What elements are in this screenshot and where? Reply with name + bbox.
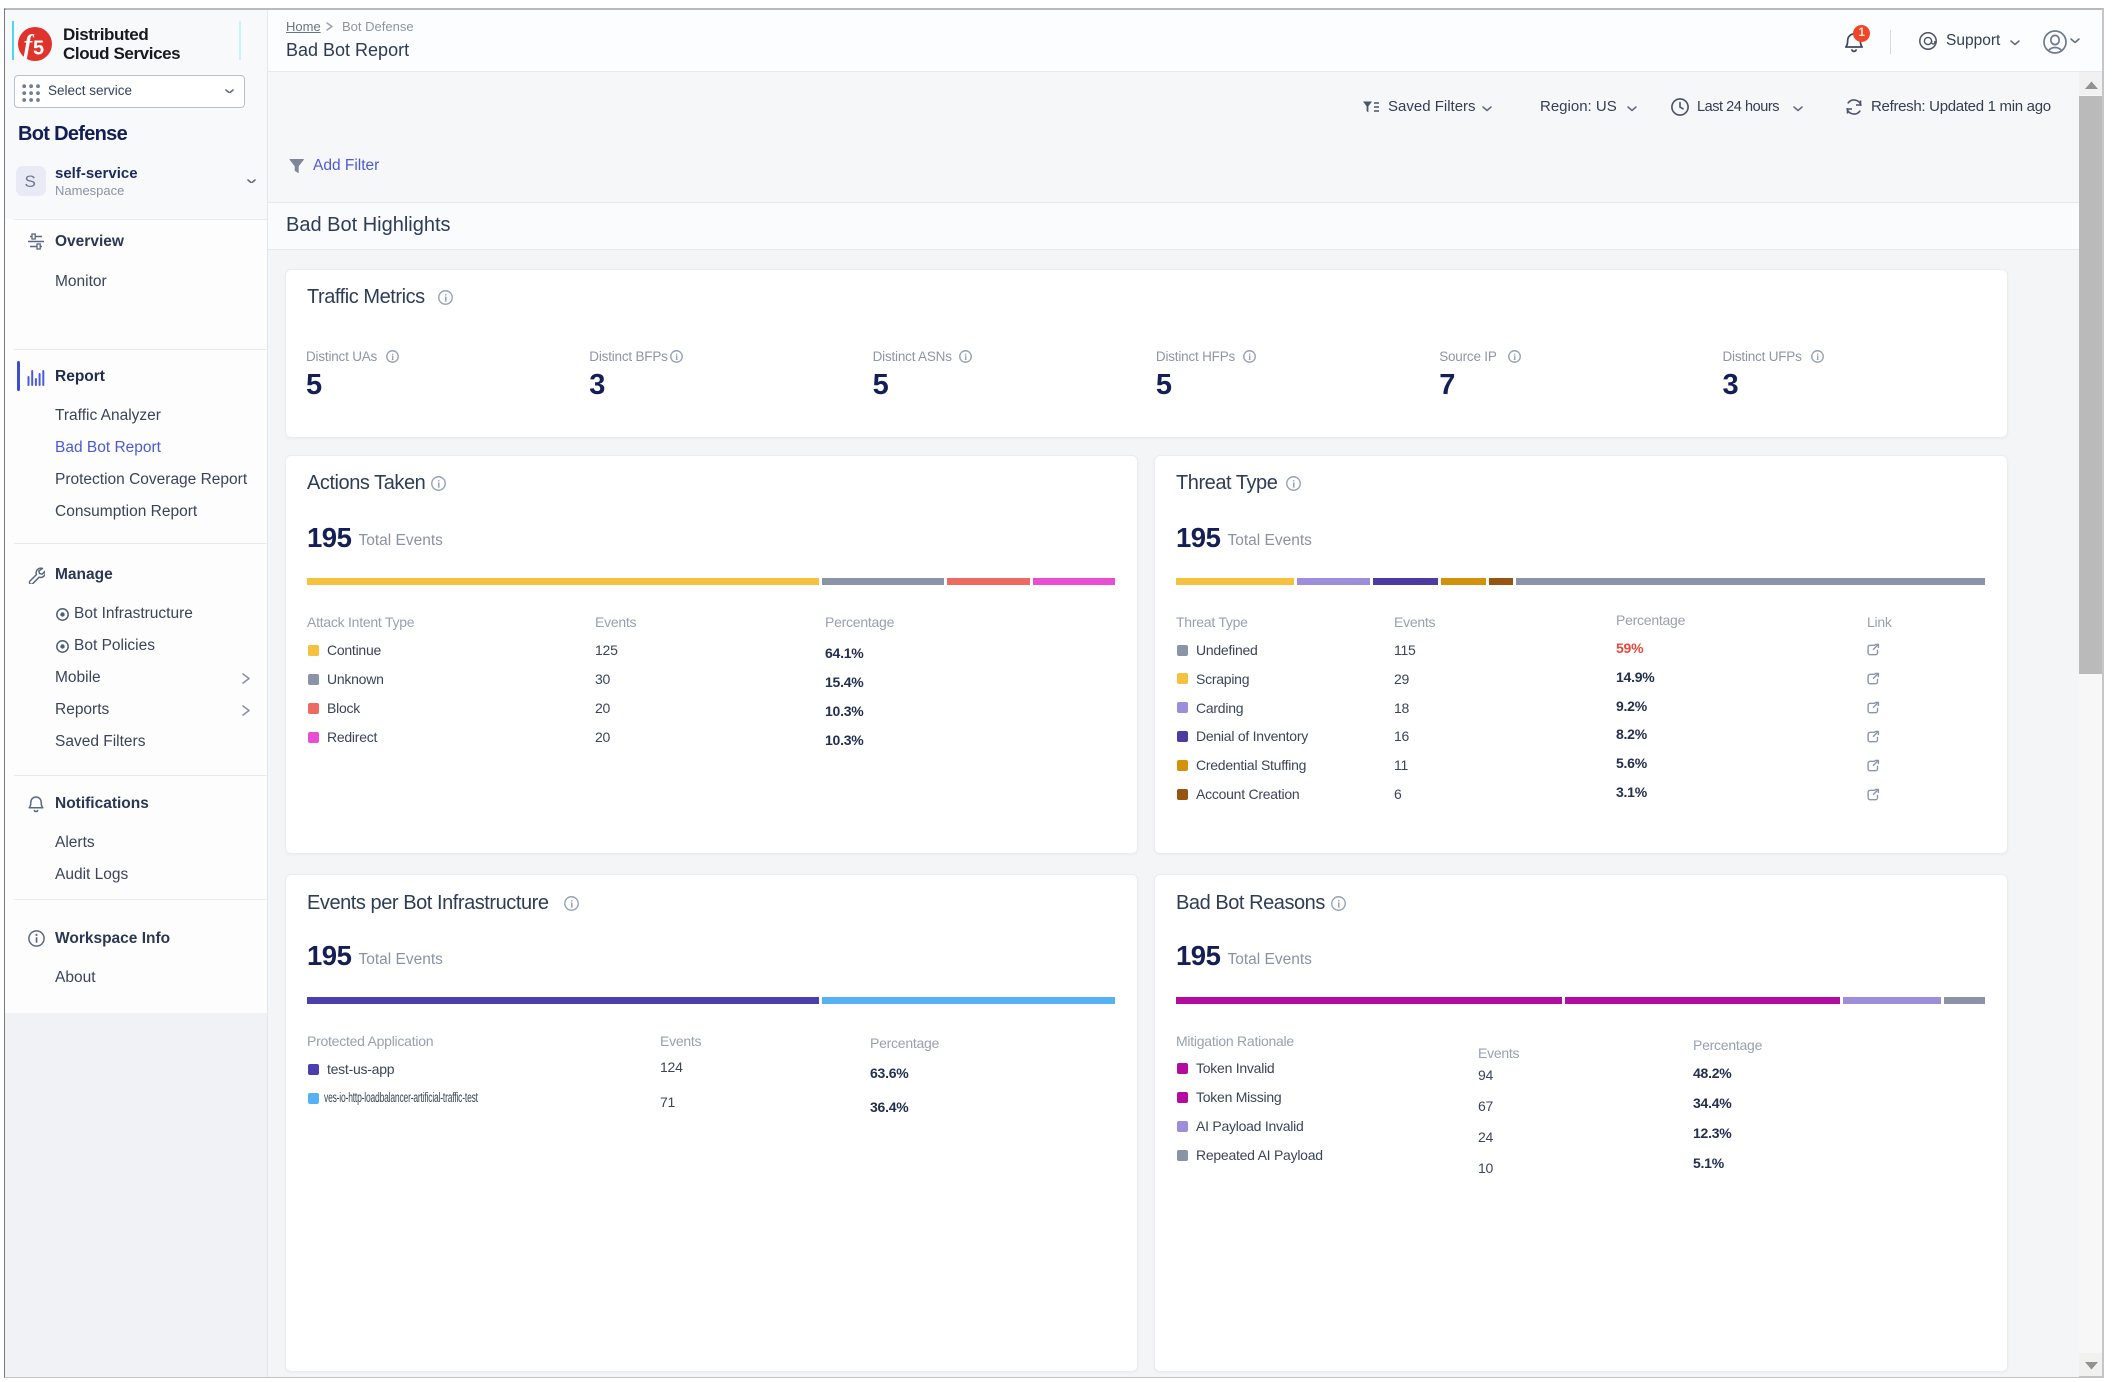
svg-text:i: i <box>437 479 440 491</box>
svg-text:i: i <box>964 353 967 363</box>
svg-text:5: 5 <box>33 38 44 60</box>
svg-text:i: i <box>391 353 394 363</box>
svg-text:i: i <box>675 353 678 363</box>
svg-text:i: i <box>570 899 573 911</box>
svg-text:i: i <box>1513 353 1516 363</box>
svg-text:i: i <box>1337 899 1340 911</box>
svg-text:i: i <box>1292 479 1295 491</box>
svg-text:i: i <box>444 292 447 304</box>
svg-text:i: i <box>1816 353 1819 363</box>
svg-text:i: i <box>1248 353 1251 363</box>
